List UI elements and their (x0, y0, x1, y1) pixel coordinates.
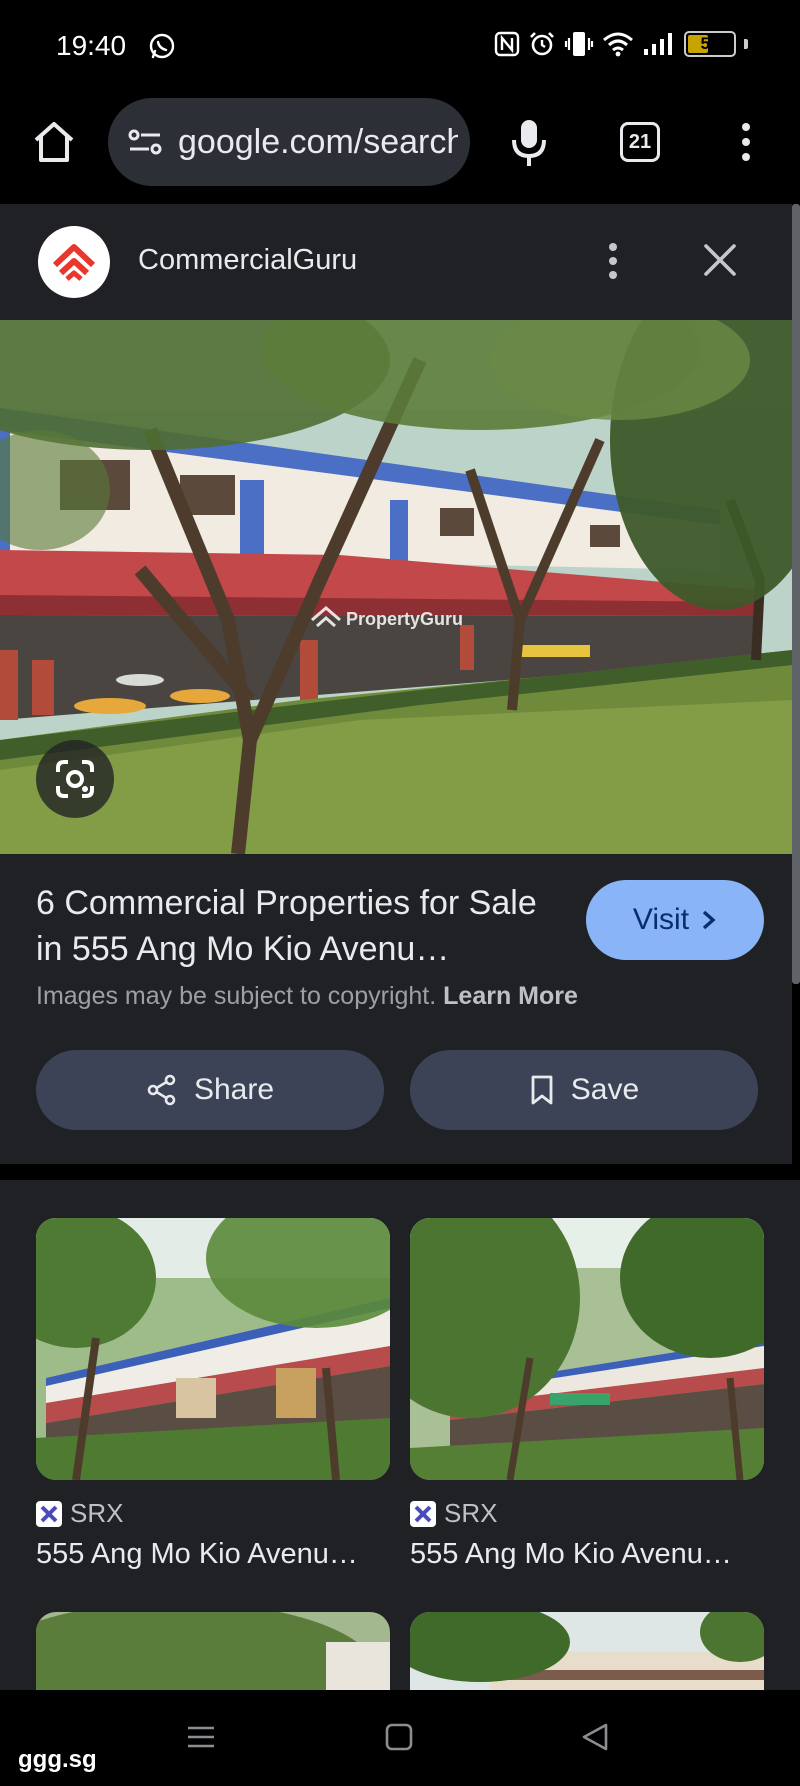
related-thumbnail[interactable] (410, 1612, 764, 1690)
share-label: Share (193, 1073, 275, 1106)
related-thumbnail[interactable] (36, 1612, 390, 1690)
source-name[interactable]: CommercialGuru (138, 244, 357, 277)
signal-icon (644, 33, 672, 55)
status-time: 19:40 (56, 30, 127, 61)
url-text[interactable]: google.com/search (178, 123, 458, 162)
thumbnail-source: SRX (36, 1498, 123, 1529)
status-bar: 19:40 50 (0, 0, 800, 90)
browser-toolbar: google.com/search 21 (0, 90, 800, 204)
related-images-grid: SRX 555 Ang Mo Kio Avenu… SRX 555 Ang Mo… (0, 1180, 800, 1690)
image-preview-card: CommercialGuru PropertyGuru 6 Commercial… (0, 204, 792, 1164)
building-photo (36, 1612, 390, 1690)
srx-logo-icon (410, 1500, 436, 1527)
result-title[interactable]: 6 Commercial Properties for Sale in 555 … (36, 880, 556, 972)
building-photo (410, 1612, 764, 1690)
bookmark-icon (531, 1075, 553, 1105)
system-nav-bar: ggg.sg (0, 1690, 800, 1786)
battery-cap (744, 39, 748, 49)
copyright-notice: Images may be subject to copyright. Lear… (36, 982, 578, 1011)
related-thumbnail[interactable] (410, 1218, 764, 1480)
chevron-right-icon (702, 910, 716, 930)
nfc-icon (494, 31, 520, 57)
alarm-icon (530, 32, 554, 56)
visit-label: Visit (632, 903, 690, 936)
card-header: CommercialGuru (0, 204, 792, 318)
battery-icon: 50 (684, 31, 736, 57)
ggg-watermark: ggg.sg (18, 1746, 97, 1773)
google-lens-icon[interactable] (36, 740, 114, 818)
wifi-icon (603, 32, 633, 57)
source-label: SRX (444, 1498, 498, 1528)
visit-button[interactable]: Visit (586, 880, 764, 960)
recent-apps-icon[interactable] (186, 1722, 216, 1752)
status-icons: 50 (494, 30, 748, 58)
building-photo (410, 1218, 764, 1480)
whatsapp-icon (149, 33, 175, 59)
srx-logo-icon (36, 1500, 62, 1527)
share-button[interactable]: Share (36, 1050, 384, 1130)
building-photo: PropertyGuru (0, 320, 792, 854)
watermark-text: PropertyGuru (346, 609, 463, 629)
more-vert-icon[interactable] (598, 240, 628, 282)
copyright-text: Images may be subject to copyright. (36, 982, 437, 1010)
learn-more-link[interactable]: Learn More (443, 982, 578, 1010)
battery-percent: 50 (700, 34, 720, 53)
back-icon[interactable] (580, 1722, 610, 1752)
tabs-icon[interactable]: 21 (620, 122, 660, 162)
address-bar[interactable]: google.com/search (108, 98, 470, 186)
home-nav-icon[interactable] (384, 1722, 414, 1752)
close-icon[interactable] (700, 240, 740, 280)
share-icon (147, 1074, 176, 1106)
related-thumbnail[interactable] (36, 1218, 390, 1480)
home-icon[interactable] (30, 118, 78, 166)
more-vert-icon[interactable] (732, 118, 760, 166)
commercialguru-logo-icon (38, 226, 110, 298)
site-settings-icon[interactable] (126, 123, 164, 161)
save-button[interactable]: Save (410, 1050, 758, 1130)
preview-image[interactable]: PropertyGuru (0, 320, 792, 854)
source-label: SRX (70, 1498, 124, 1528)
thumbnail-source: SRX (410, 1498, 497, 1529)
building-photo (36, 1218, 390, 1480)
thumbnail-title[interactable]: 555 Ang Mo Kio Avenu… (410, 1538, 732, 1571)
vibrate-icon (564, 32, 594, 56)
mic-icon[interactable] (508, 118, 550, 168)
save-label: Save (570, 1073, 640, 1106)
thumbnail-title[interactable]: 555 Ang Mo Kio Avenu… (36, 1538, 358, 1571)
card-scrollbar[interactable] (792, 204, 800, 984)
